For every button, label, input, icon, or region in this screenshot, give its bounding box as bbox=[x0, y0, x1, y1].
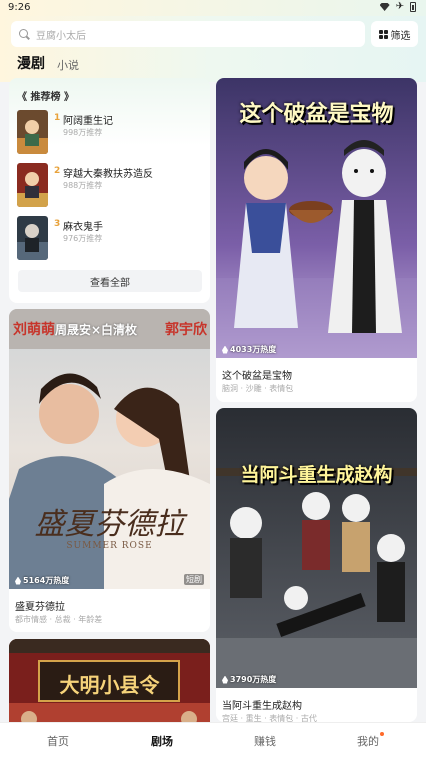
poster-title-text: 大明小县令 bbox=[59, 673, 160, 697]
ranking-number: 2 bbox=[54, 166, 61, 176]
grid-icon bbox=[378, 29, 388, 39]
ranking-cover-image bbox=[17, 110, 48, 154]
nav-home[interactable]: 首页 bbox=[28, 733, 88, 749]
flame-icon bbox=[222, 675, 228, 684]
poster-actor-right: 郭宇欣 bbox=[165, 322, 207, 338]
card-tags: 脑洞 · 沙雕 · 表情包 bbox=[222, 384, 294, 393]
poster-title-text: 盛夏芬德拉 bbox=[34, 507, 185, 542]
tab-comic-drama[interactable]: 漫剧 bbox=[17, 53, 45, 73]
ranking-name: 穿越大秦教扶苏造反 bbox=[63, 169, 153, 180]
ranking-heat: 976万推荐 bbox=[63, 234, 103, 243]
ranking-title: 《 推荐榜 》 bbox=[17, 92, 74, 103]
ranking-item[interactable]: 2 穿越大秦教扶苏造反 988万推荐 bbox=[17, 163, 207, 209]
search-placeholder: 豆腐小太后 bbox=[36, 30, 86, 42]
ranking-card: 《 推荐榜 》 1 阿阔重生记 998万推荐 2 穿越大秦教扶苏造反 988万推… bbox=[9, 78, 210, 303]
heat-value: 3790万热度 bbox=[230, 675, 277, 684]
short-drama-badge: 短剧 bbox=[184, 574, 204, 585]
ranking-item[interactable]: 1 阿阔重生记 998万推荐 bbox=[17, 110, 207, 156]
nav-theater[interactable]: 剧场 bbox=[132, 733, 192, 749]
filter-label: 筛选 bbox=[390, 30, 411, 42]
tab-novel[interactable]: 小说 bbox=[57, 57, 79, 73]
card-tags: 都市情感 · 总裁 · 年龄差 bbox=[15, 615, 103, 624]
wifi-icon bbox=[379, 3, 390, 11]
flame-icon bbox=[222, 345, 228, 354]
drama-card[interactable]: 刘萌萌 周晟安×白清枚 郭宇欣 盛夏芬德拉 SUMMER ROSE 5164万热… bbox=[9, 309, 210, 632]
drama-card[interactable]: 当阿斗重生成赵构 3790万热度 当阿斗重生成赵构 宫廷 · 重生 · 表情包 … bbox=[216, 408, 417, 722]
view-all-button[interactable]: 查看全部 bbox=[18, 270, 202, 292]
bottom-nav: 首页 剧场 赚钱 我的 bbox=[0, 722, 426, 757]
filter-button[interactable]: 筛选 bbox=[371, 21, 418, 47]
status-icons: ✈ bbox=[379, 1, 416, 12]
poster-title-text: 这个破盆是宝物 bbox=[239, 102, 394, 127]
ranking-item[interactable]: 3 麻衣鬼手 976万推荐 bbox=[17, 216, 207, 262]
ranking-cover-image bbox=[17, 216, 48, 260]
status-time: 9:26 bbox=[8, 2, 31, 13]
poster-actor-center: 周晟安×白清枚 bbox=[55, 323, 138, 337]
drama-card[interactable]: 大明小县令 bbox=[9, 639, 210, 722]
airplane-icon: ✈ bbox=[395, 1, 404, 12]
notification-dot bbox=[380, 732, 384, 736]
poster-image bbox=[216, 408, 417, 688]
poster-title-text: 当阿斗重生成赵构 bbox=[240, 464, 393, 486]
heat-badge: 4033万热度 bbox=[222, 344, 276, 355]
ranking-heat: 998万推荐 bbox=[63, 128, 103, 137]
poster-actor-left: 刘萌萌 bbox=[13, 322, 55, 338]
battery-icon bbox=[410, 2, 416, 12]
ranking-number: 3 bbox=[54, 219, 61, 229]
heat-badge: 5164万热度 bbox=[15, 575, 69, 586]
status-bar: 9:26 ✈ bbox=[0, 0, 426, 16]
heat-badge: 3790万热度 bbox=[222, 674, 276, 685]
ranking-heat: 988万推荐 bbox=[63, 181, 103, 190]
card-title: 这个破盆是宝物 bbox=[222, 371, 292, 382]
card-title: 当阿斗重生成赵构 bbox=[222, 701, 302, 712]
ranking-name: 阿阔重生记 bbox=[63, 116, 113, 127]
nav-mine[interactable]: 我的 bbox=[338, 733, 398, 749]
search-icon bbox=[19, 28, 30, 40]
ranking-name: 麻衣鬼手 bbox=[63, 222, 103, 233]
flame-icon bbox=[15, 576, 21, 585]
heat-value: 5164万热度 bbox=[23, 576, 70, 585]
ranking-cover-image bbox=[17, 163, 48, 207]
poster-subtitle-text: SUMMER ROSE bbox=[66, 541, 153, 551]
card-tags: 宫廷 · 重生 · 表情包 · 古代 bbox=[222, 714, 317, 722]
card-title: 盛夏芬德拉 bbox=[15, 602, 65, 613]
search-input[interactable]: 豆腐小太后 bbox=[11, 21, 365, 47]
nav-earn[interactable]: 赚钱 bbox=[235, 733, 295, 749]
drama-card[interactable]: 这个破盆是宝物 4033万热度 这个破盆是宝物 脑洞 · 沙雕 · 表情包 bbox=[216, 78, 417, 402]
heat-value: 4033万热度 bbox=[230, 345, 277, 354]
ranking-number: 1 bbox=[54, 113, 61, 123]
